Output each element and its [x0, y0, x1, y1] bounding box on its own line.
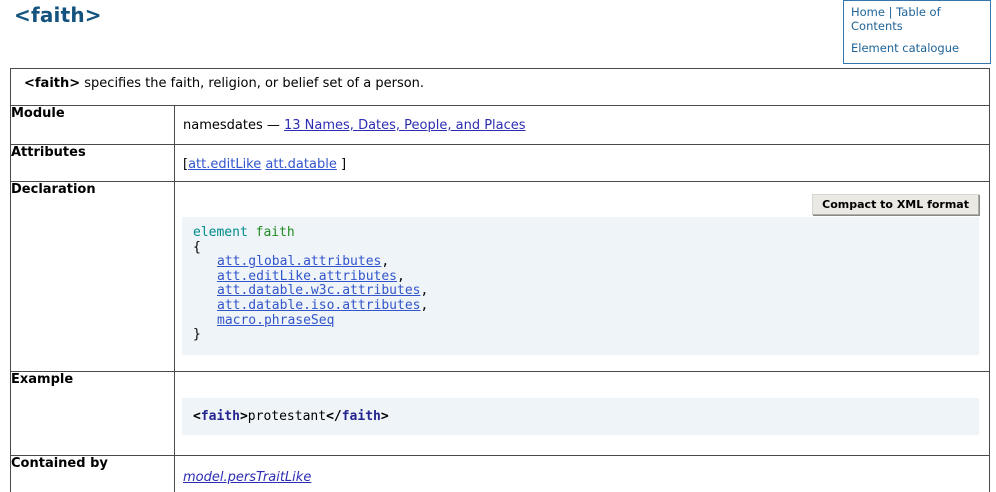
nav-box: Home | Table of Contents Element catalog…	[843, 0, 991, 64]
declaration-row: Declaration Compact to XML format elemen…	[11, 182, 990, 372]
declaration-line-element: element faith	[193, 226, 969, 241]
attributes-row: Attributes [att.editLike att.datable ]	[11, 145, 990, 182]
description-row: <faith> specifies the faith, religion, o…	[11, 69, 990, 106]
example-end-lt: </	[326, 409, 342, 424]
comma: ,	[381, 254, 389, 269]
contained-by-link-model-perstraitlike[interactable]: model.persTraitLike	[183, 470, 311, 485]
declaration-link-macro-phraseseq[interactable]: macro.phraseSeq	[217, 313, 334, 328]
comma: ,	[421, 298, 429, 313]
example-open-lt: <	[193, 409, 201, 424]
element-gi: <faith>	[24, 76, 80, 91]
rnc-element-name: faith	[256, 225, 295, 240]
contained-by-value-cell: model.persTraitLike	[175, 456, 990, 492]
declaration-member: att.datable.iso.attributes,	[193, 299, 969, 314]
declaration-link-att-datable-w3c-attributes[interactable]: att.datable.w3c.attributes	[217, 283, 421, 298]
example-code-block: <faith>protestant</faith>	[182, 398, 979, 435]
module-value-cell: namesdates — 13 Names, Dates, People, an…	[175, 106, 990, 145]
declaration-close-brace: }	[193, 328, 969, 343]
attributes-label: Attributes	[11, 145, 175, 182]
declaration-member: att.global.attributes,	[193, 255, 969, 270]
example-label: Example	[11, 372, 175, 456]
example-open-gt: >	[240, 409, 248, 424]
contained-by-label: Contained by	[11, 456, 175, 492]
attributes-value-cell: [att.editLike att.datable ]	[175, 145, 990, 182]
description-cell: <faith> specifies the faith, religion, o…	[11, 69, 990, 106]
declaration-member: macro.phraseSeq	[193, 314, 969, 329]
declaration-value-cell: Compact to XML format element faith { at…	[175, 182, 990, 372]
description-text: specifies the faith, religion, or belief…	[80, 76, 424, 91]
declaration-link-att-global-attributes[interactable]: att.global.attributes	[217, 254, 381, 269]
nav-separator: |	[889, 5, 893, 19]
example-value-cell: <faith>protestant</faith>	[175, 372, 990, 456]
attribute-class-link-datable[interactable]: att.datable	[265, 157, 336, 172]
element-reference-table: <faith> specifies the faith, religion, o…	[10, 68, 990, 492]
page-title: <faith>	[14, 3, 102, 27]
attributes-close-bracket: ]	[341, 157, 346, 172]
nav-link-element-catalogue[interactable]: Element catalogue	[851, 41, 959, 55]
example-end-gi: faith	[342, 409, 381, 424]
module-label: Module	[11, 106, 175, 145]
comma: ,	[421, 283, 429, 298]
declaration-label: Declaration	[11, 182, 175, 372]
declaration-link-att-datable-iso-attributes[interactable]: att.datable.iso.attributes	[217, 298, 421, 313]
module-name: namesdates —	[183, 118, 284, 133]
example-open-gi: faith	[201, 409, 240, 424]
compact-to-xml-button[interactable]: Compact to XML format	[812, 194, 979, 215]
declaration-link-att-editlike-attributes[interactable]: att.editLike.attributes	[217, 269, 397, 284]
module-row: Module namesdates — 13 Names, Dates, Peo…	[11, 106, 990, 145]
rnc-keyword: element	[193, 225, 248, 240]
comma: ,	[397, 269, 405, 284]
declaration-member: att.editLike.attributes,	[193, 270, 969, 285]
declaration-code-block: element faith { att.global.attributes, a…	[182, 217, 979, 355]
nav-line-2: Element catalogue	[851, 41, 984, 55]
attribute-class-link-editlike[interactable]: att.editLike	[188, 157, 261, 172]
nav-link-home[interactable]: Home	[851, 5, 885, 19]
module-chapter-link[interactable]: 13 Names, Dates, People, and Places	[284, 118, 526, 133]
example-row: Example <faith>protestant</faith>	[11, 372, 990, 456]
contained-by-row: Contained by model.persTraitLike	[11, 456, 990, 492]
nav-line-1: Home | Table of Contents	[851, 5, 984, 33]
example-content: protestant	[248, 409, 326, 424]
declaration-open-brace: {	[193, 241, 969, 256]
declaration-member: att.datable.w3c.attributes,	[193, 284, 969, 299]
example-end-gt: >	[381, 409, 389, 424]
